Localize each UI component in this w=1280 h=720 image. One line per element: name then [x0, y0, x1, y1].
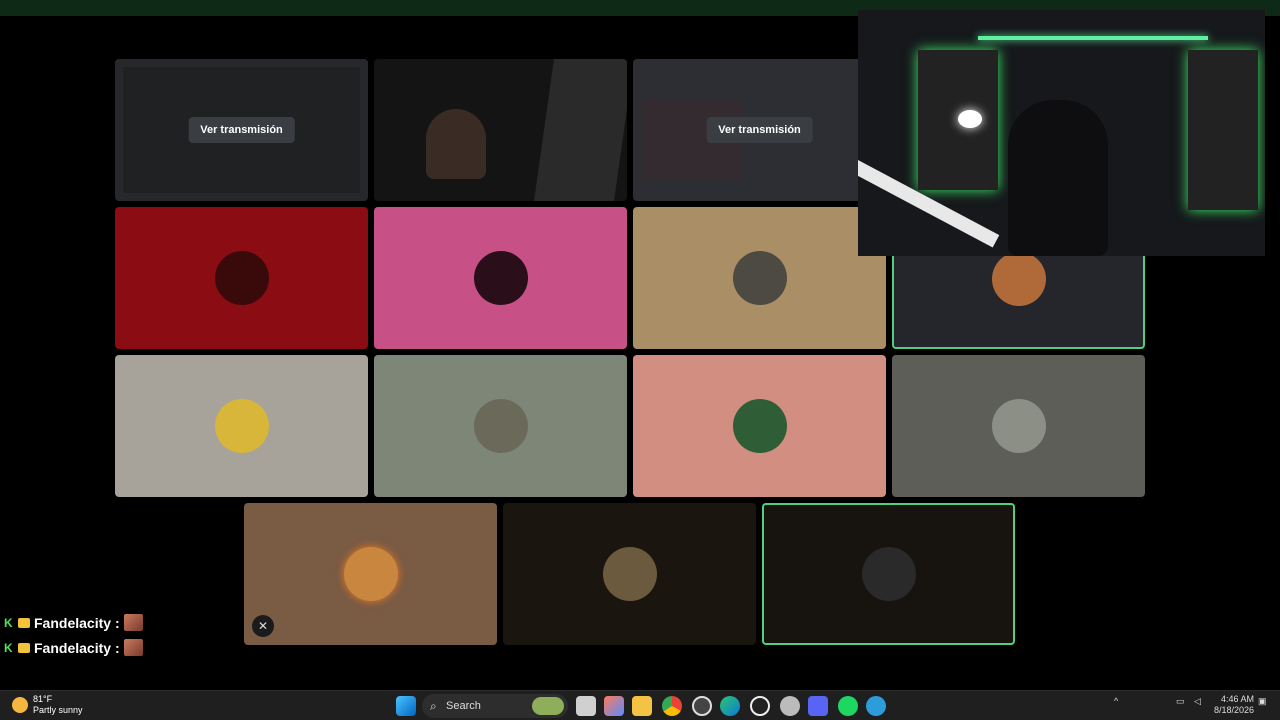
avatar [214, 251, 269, 305]
network-icon[interactable]: ▭ [1176, 696, 1185, 707]
kick-badge-icon: K [4, 640, 13, 655]
chat-username: Fandelacity [34, 614, 112, 631]
participant-tile[interactable] [374, 355, 627, 497]
participant-tile[interactable] [633, 355, 886, 497]
chat-username: Fandelacity [34, 639, 112, 656]
copilot-icon[interactable] [604, 696, 624, 716]
avatar [732, 251, 787, 305]
time-display: 4:46 AM [1221, 694, 1255, 704]
chevron-up-icon[interactable]: ^ [1114, 696, 1118, 706]
participant-tile[interactable]: ✕ [244, 503, 497, 645]
emote-icon [123, 614, 143, 631]
watch-stream-button[interactable]: Ver transmisión [706, 117, 813, 143]
weather-widget[interactable]: 81°F Partly sunny [8, 694, 83, 716]
search-label: Search [446, 700, 481, 712]
volume-icon[interactable]: ◁ [1194, 696, 1201, 707]
participant-tile[interactable] [633, 207, 886, 349]
clock[interactable]: 4:46 AM 8/18/2026 [1214, 694, 1254, 716]
camera-background [534, 59, 627, 201]
avatar [991, 252, 1046, 306]
avatar [473, 399, 528, 453]
chat-message: K Fandelacity : [4, 614, 143, 631]
file-explorer-icon[interactable] [632, 696, 652, 716]
stream-tile-2[interactable]: Ver transmisión [633, 59, 886, 201]
watch-stream-button[interactable]: Ver transmisión [188, 117, 295, 143]
obs-icon[interactable] [750, 696, 770, 716]
chat-separator: : [115, 639, 120, 656]
settings-icon[interactable] [780, 696, 800, 716]
streamer-silhouette [1008, 100, 1108, 256]
search-box[interactable]: ⌕ Search [422, 694, 568, 718]
camera-person [426, 109, 486, 179]
windows-start-icon[interactable] [396, 696, 416, 716]
participant-tile[interactable] [503, 503, 756, 645]
chrome-icon[interactable] [662, 696, 682, 716]
weather-sun-icon [12, 697, 28, 713]
led-strip [978, 36, 1208, 40]
participant-tile-speaking[interactable] [762, 503, 1015, 645]
spotify-icon[interactable] [838, 696, 858, 716]
crown-badge-icon [18, 642, 30, 653]
avatar [343, 547, 398, 601]
task-view-icon[interactable] [576, 696, 596, 716]
ring-light [958, 110, 982, 128]
weather-temp: 81°F [33, 694, 53, 704]
participant-tile[interactable] [892, 355, 1145, 497]
kick-badge-icon: K [4, 615, 13, 630]
chat-separator: : [115, 614, 120, 631]
avatar [214, 399, 269, 453]
weather-desc: Partly sunny [33, 705, 83, 715]
date-display: 8/18/2026 [1214, 705, 1255, 715]
edge-icon[interactable] [720, 696, 740, 716]
streamer-webcam-overlay [858, 10, 1265, 256]
participant-tile[interactable] [115, 207, 368, 349]
avatar [473, 251, 528, 305]
notification-icon[interactable]: ▣ [1258, 696, 1267, 707]
avatar [602, 547, 657, 601]
search-highlight-icon [532, 697, 564, 715]
participant-tile[interactable] [374, 207, 627, 349]
chat-message: K Fandelacity : [4, 639, 143, 656]
browser-icon[interactable] [866, 696, 886, 716]
wall-panel [1188, 50, 1258, 210]
stream-tile-1[interactable]: Ver transmisión [115, 59, 368, 201]
avatar [861, 547, 916, 601]
crown-badge-icon [18, 617, 30, 628]
screen-root: Ver transmisión Ver transmisión ✕ K Fand… [0, 0, 1280, 720]
avatar [732, 399, 787, 453]
app-icon[interactable] [692, 696, 712, 716]
avatar [991, 399, 1046, 453]
discord-icon[interactable] [808, 696, 828, 716]
camera-tile[interactable] [374, 59, 627, 201]
muted-mic-icon: ✕ [252, 615, 274, 637]
participant-tile[interactable] [115, 355, 368, 497]
emote-icon [123, 639, 143, 656]
taskbar: 81°F Partly sunny ⌕ Search ^ ▭ ◁ 4:46 AM… [0, 690, 1280, 720]
search-icon: ⌕ [430, 699, 437, 713]
